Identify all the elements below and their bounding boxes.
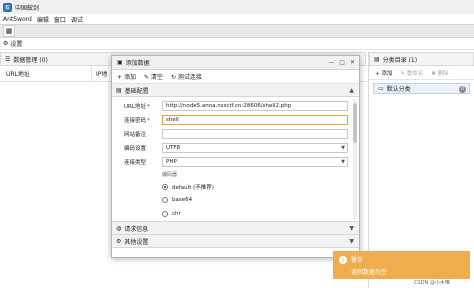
password-label: 连接密码*: [124, 118, 150, 124]
warning-toast[interactable]: ! 警告 返回数据为空: [333, 251, 470, 279]
minimize-icon[interactable]: —: [328, 59, 334, 66]
globe-icon: ◍: [116, 224, 122, 232]
window-titlebar: 蚁 中国蚁剑: [0, 0, 474, 14]
menu-window[interactable]: 窗口: [54, 15, 66, 24]
menubar: AntSword 编辑 窗口 调试: [0, 14, 474, 24]
settings-row: ⚙ 设置: [0, 38, 474, 50]
tab-home-grid-icon[interactable]: ▦: [3, 25, 15, 37]
category-panel-header: ▤ 分类目录 (1): [369, 52, 474, 66]
category-delete-button[interactable]: ✖ 删除: [431, 69, 448, 77]
encoder-option-base64[interactable]: base64: [162, 197, 192, 203]
config-icon: ▤: [116, 86, 122, 94]
section-request-info[interactable]: ◍ 请求信息 ▼: [112, 222, 359, 235]
type-select[interactable]: PHP ▼: [162, 157, 348, 167]
menu-debug[interactable]: 调试: [71, 15, 83, 24]
menu-edit[interactable]: 编辑: [37, 15, 49, 24]
data-panel-title: 数据管理 (0): [13, 56, 48, 64]
toast-message: 返回数据为空: [351, 269, 388, 276]
category-rename-button[interactable]: ✎ 重命名: [400, 69, 423, 77]
url-label: URL地址*: [124, 104, 150, 110]
password-input[interactable]: shell: [162, 115, 348, 125]
close-icon[interactable]: ✕: [350, 59, 355, 66]
form-scrollbar[interactable]: [353, 99, 357, 219]
radio-checked-icon: [162, 184, 168, 190]
app-logo-icon: 蚁: [3, 2, 12, 12]
basic-config-form: URL地址* http://node5.anna.nssctf.cn:28606…: [112, 97, 359, 222]
watermark: CSDN @小木唯: [414, 280, 450, 286]
type-value: PHP: [166, 159, 177, 165]
chevron-down-icon: ▼: [341, 145, 345, 151]
chevron-down-icon: ▼: [349, 238, 354, 245]
dialog-toolbar: + 添加 ✎ 清空 ↻ 测试连接: [112, 70, 359, 84]
category-count-badge: 0: [459, 85, 466, 93]
category-toolbar: + 添加 ✎ 重命名 ✖ 删除: [369, 66, 474, 80]
toast-title: 警告: [351, 257, 364, 264]
rename-icon: ✎: [400, 70, 405, 77]
dialog-titlebar: ▣ 添加数据 — □ ✕: [112, 56, 359, 70]
warning-icon: !: [339, 256, 347, 264]
refresh-icon: ↻: [170, 74, 176, 81]
trash-icon: ✖: [431, 70, 436, 77]
section-other-settings[interactable]: ⚙ 其他设置 ▼: [112, 235, 359, 248]
category-panel-title: 分类目录 (1): [382, 56, 418, 64]
menu-antsword[interactable]: AntSword: [3, 16, 32, 23]
section-basic-label: 基础配置: [124, 87, 149, 95]
maximize-icon[interactable]: □: [339, 59, 345, 66]
category-add-button[interactable]: + 添加: [375, 69, 392, 77]
settings-button[interactable]: 设置: [10, 39, 22, 48]
dialog-test-button[interactable]: ↻ 测试连接: [171, 72, 202, 81]
chevron-down-icon: ▼: [341, 159, 345, 165]
column-ip[interactable]: IP地: [96, 71, 107, 78]
eraser-icon: ✎: [143, 74, 149, 81]
note-label: 网站备注: [124, 132, 147, 138]
dialog-clear-button[interactable]: ✎ 清空: [144, 72, 163, 81]
radio-icon: [162, 211, 168, 217]
section-other-label: 其他设置: [124, 238, 149, 246]
plus-icon: +: [375, 70, 380, 77]
radio-icon: [162, 197, 168, 203]
document-icon: ▣: [117, 59, 123, 66]
section-request-label: 请求信息: [124, 225, 149, 233]
folder-icon: ▤: [374, 55, 380, 63]
note-input[interactable]: [162, 129, 348, 139]
window-title: 中国蚁剑: [15, 4, 40, 12]
url-input[interactable]: http://node5.anna.nssctf.cn:28606/shell2…: [162, 101, 348, 111]
category-item-label: 默认分类: [386, 86, 411, 93]
encoding-select[interactable]: UTF8 ▼: [162, 143, 348, 153]
column-url[interactable]: URL地址: [6, 69, 30, 78]
chevron-up-icon: ▲: [349, 87, 354, 94]
list-icon: ☰: [5, 55, 11, 63]
encoder-option-default[interactable]: default (不推荐): [162, 183, 214, 191]
add-data-dialog: ▣ 添加数据 — □ ✕ + 添加 ✎ 清空 ↻ 测试连接 ▤ 基础配置 ▲ U…: [111, 55, 360, 258]
plus-icon: +: [117, 74, 123, 81]
encoding-value: UTF8: [166, 145, 181, 151]
type-label: 连接类型: [124, 160, 147, 166]
dialog-title: 添加数据: [125, 60, 150, 67]
chevron-down-icon: ▼: [349, 225, 354, 232]
gear-icon: ⚙: [116, 237, 122, 245]
encoder-title: 编码器: [162, 172, 178, 178]
encoding-label: 编码设置: [124, 146, 147, 152]
category-item-default[interactable]: ▭ 默认分类 0: [373, 83, 470, 94]
tab-bar: ▦: [0, 24, 474, 38]
gear-icon: ⚙: [3, 40, 9, 47]
folder-icon: ▭: [378, 85, 384, 92]
section-basic-config[interactable]: ▤ 基础配置 ▲: [112, 84, 359, 97]
dialog-add-button[interactable]: + 添加: [117, 72, 136, 81]
encoder-option-chr[interactable]: chr: [162, 211, 181, 217]
